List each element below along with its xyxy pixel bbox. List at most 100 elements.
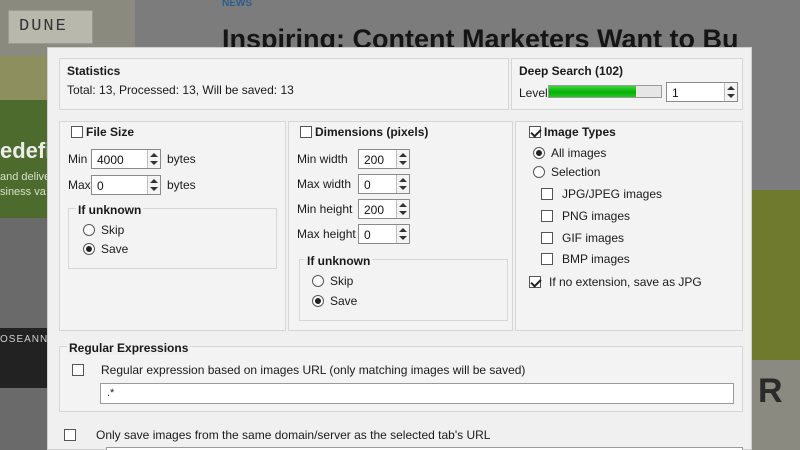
arrow-down-icon[interactable] xyxy=(150,187,158,191)
max-height-arrows[interactable] xyxy=(396,225,409,243)
file-size-min-unit: bytes xyxy=(167,152,196,166)
arrow-up-icon[interactable] xyxy=(399,228,407,232)
file-size-skip-label: Skip xyxy=(101,223,125,237)
dimensions-unknown-group: If unknown Skip Save xyxy=(299,254,508,321)
file-size-max-stepper[interactable]: 0 xyxy=(91,175,161,195)
right-image-2: R xyxy=(752,360,800,450)
statistics-title: Statistics xyxy=(67,64,121,78)
promo-text: and delive siness va xyxy=(0,171,51,198)
arrow-up-icon[interactable] xyxy=(150,153,158,157)
arrow-up-icon[interactable] xyxy=(399,178,407,182)
dimensions-skip-radio[interactable] xyxy=(312,275,324,287)
dimensions-title: Dimensions (pixels) xyxy=(315,125,429,139)
file-size-min-stepper[interactable]: 4000 xyxy=(91,149,161,169)
arrow-up-icon[interactable] xyxy=(150,179,158,183)
max-width-value: 0 xyxy=(364,178,371,192)
bmp-checkbox[interactable] xyxy=(541,253,553,265)
min-height-stepper[interactable]: 200 xyxy=(358,199,410,219)
dimensions-save-radio[interactable] xyxy=(312,295,324,307)
max-height-label: Max height xyxy=(297,227,356,241)
photo-note: DUNE xyxy=(8,10,93,44)
regex-input-value: .* xyxy=(107,387,115,399)
options-dialog: Statistics Total: 13, Processed: 13, Wil… xyxy=(47,47,752,450)
jpg-checkbox[interactable] xyxy=(541,188,553,200)
right-image xyxy=(752,190,800,360)
dimensions-unknown-title: If unknown xyxy=(305,254,373,268)
file-size-min-label: Min xyxy=(68,152,88,166)
deep-search-title: Deep Search (102) xyxy=(519,64,624,78)
regex-title: Regular Expressions xyxy=(67,341,191,355)
selection-label: Selection xyxy=(551,165,601,179)
all-images-radio[interactable] xyxy=(533,147,545,159)
level-value: 1 xyxy=(672,86,679,100)
arrow-down-icon[interactable] xyxy=(727,94,735,98)
deep-search-group: Deep Search (102) Level 1 xyxy=(511,58,743,110)
no-extension-checkbox[interactable] xyxy=(529,276,541,288)
file-size-unknown-group: If unknown Skip Save xyxy=(68,203,277,269)
min-width-stepper[interactable]: 200 xyxy=(358,149,410,169)
arrow-down-icon[interactable] xyxy=(399,211,407,215)
regex-checkbox-label: Regular expression based on images URL (… xyxy=(101,363,526,377)
same-domain-checkbox[interactable] xyxy=(64,429,76,441)
level-stepper[interactable]: 1 xyxy=(666,82,738,102)
arrow-up-icon[interactable] xyxy=(399,153,407,157)
file-size-max-unit: bytes xyxy=(167,178,196,192)
jpg-label: JPG/JPEG images xyxy=(562,187,663,201)
deep-search-progress xyxy=(548,85,662,98)
dimensions-save-label: Save xyxy=(330,294,358,308)
level-label: Level xyxy=(519,86,548,100)
image-types-group: Image Types All images Selection JPG/JPE… xyxy=(515,121,743,331)
arrow-down-icon[interactable] xyxy=(150,161,158,165)
file-size-min-value: 4000 xyxy=(97,153,124,167)
file-size-group: File Size Min 4000 bytes Max 0 bytes If … xyxy=(59,121,286,331)
min-width-value: 200 xyxy=(364,153,385,167)
min-width-label: Min width xyxy=(297,152,348,166)
dimensions-skip-label: Skip xyxy=(330,274,354,288)
level-stepper-arrows[interactable] xyxy=(724,83,737,101)
min-height-arrows[interactable] xyxy=(396,200,409,218)
file-size-save-radio[interactable] xyxy=(83,243,95,255)
file-size-save-label: Save xyxy=(101,242,129,256)
arrow-down-icon[interactable] xyxy=(399,186,407,190)
regex-checkbox[interactable] xyxy=(72,364,84,376)
dimensions-checkbox[interactable] xyxy=(300,126,312,138)
max-height-stepper[interactable]: 0 xyxy=(358,224,410,244)
png-label: PNG images xyxy=(562,209,631,223)
min-height-label: Min height xyxy=(297,202,353,216)
file-size-unknown-title: If unknown xyxy=(76,203,144,217)
arrow-up-icon[interactable] xyxy=(399,203,407,207)
max-width-stepper[interactable]: 0 xyxy=(358,174,410,194)
right-image-letter: R xyxy=(758,372,783,410)
max-width-label: Max width xyxy=(297,177,352,191)
file-size-max-label: Max xyxy=(68,178,91,192)
news-label[interactable]: NEWS xyxy=(222,0,252,9)
min-height-value: 200 xyxy=(364,203,385,217)
no-extension-label: If no extension, save as JPG xyxy=(549,275,702,289)
arrow-down-icon[interactable] xyxy=(399,161,407,165)
dimensions-group: Dimensions (pixels) Min width 200 Max wi… xyxy=(288,121,513,331)
arrow-up-icon[interactable] xyxy=(727,86,735,90)
max-width-arrows[interactable] xyxy=(396,175,409,193)
file-size-title: File Size xyxy=(86,125,135,139)
gif-checkbox[interactable] xyxy=(541,232,553,244)
min-width-arrows[interactable] xyxy=(396,150,409,168)
bmp-label: BMP images xyxy=(562,252,630,266)
regex-input[interactable]: .* xyxy=(100,383,734,404)
file-size-max-value: 0 xyxy=(97,179,104,193)
statistics-group: Statistics Total: 13, Processed: 13, Wil… xyxy=(59,58,509,110)
file-size-skip-radio[interactable] xyxy=(83,224,95,236)
file-size-min-arrows[interactable] xyxy=(147,150,160,168)
regex-group: Regular Expressions Regular expression b… xyxy=(59,341,743,412)
photo-note-text: DUNE xyxy=(19,17,68,36)
selection-radio[interactable] xyxy=(533,166,545,178)
gif-label: GIF images xyxy=(562,231,625,245)
image-types-checkbox[interactable] xyxy=(529,126,541,138)
image-types-title: Image Types xyxy=(544,125,616,139)
all-images-label: All images xyxy=(551,146,607,160)
file-size-max-arrows[interactable] xyxy=(147,176,160,194)
png-checkbox[interactable] xyxy=(541,210,553,222)
file-size-checkbox[interactable] xyxy=(71,126,83,138)
statistics-summary: Total: 13, Processed: 13, Will be saved:… xyxy=(67,83,294,97)
max-height-value: 0 xyxy=(364,228,371,242)
arrow-down-icon[interactable] xyxy=(399,236,407,240)
